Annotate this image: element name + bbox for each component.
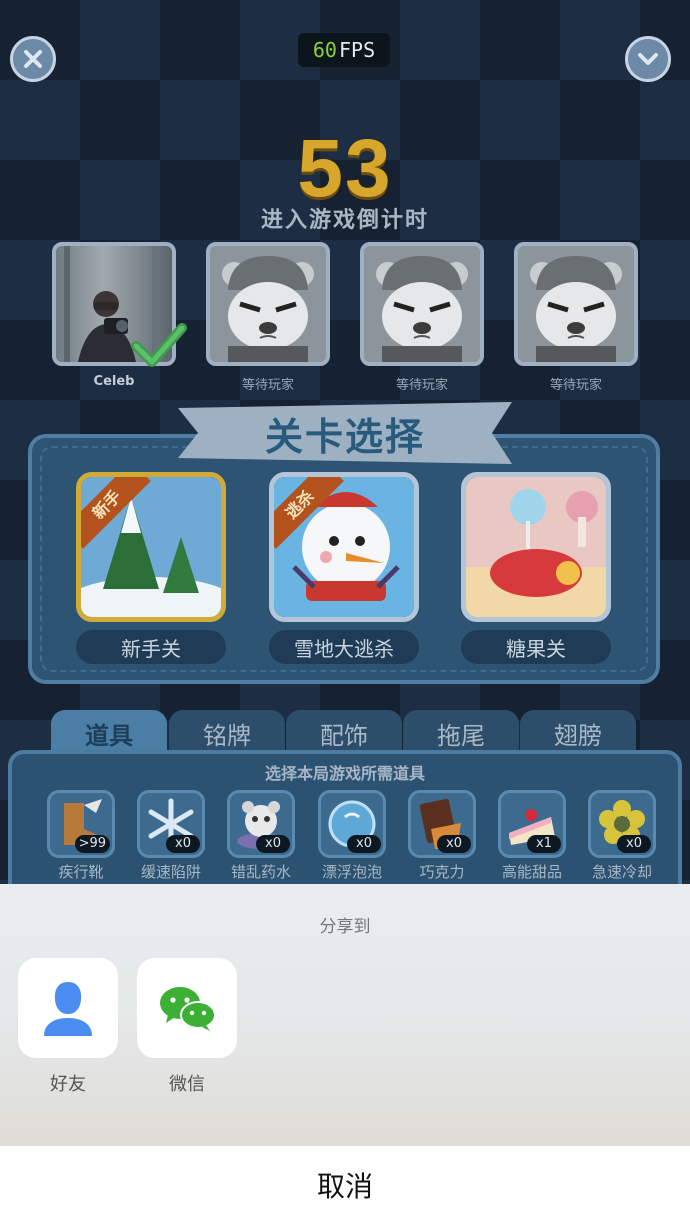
item-name: 急速冷却 <box>591 863 652 881</box>
item-chocolate[interactable]: x0 巧克力 <box>408 790 476 882</box>
bear-icon <box>518 246 634 362</box>
close-button[interactable] <box>10 36 56 82</box>
player-slot-4[interactable]: 等待玩家 <box>514 242 638 393</box>
player-name: 等待玩家 <box>241 378 294 393</box>
item-count: x0 <box>166 835 200 853</box>
wechat-icon <box>160 987 216 1031</box>
item-count: x0 <box>617 835 651 853</box>
share-sheet: 分享到 好友 微信 <box>0 884 690 1146</box>
level-card-candy[interactable] <box>461 472 611 622</box>
level-name-candy[interactable]: 糖果关 <box>461 630 611 664</box>
item-name: 错乱药水 <box>230 863 291 881</box>
item-name: 巧克力 <box>419 863 465 881</box>
fps-unit: FPS <box>338 38 376 62</box>
item-quick-cooldown[interactable]: x0 急速冷却 <box>588 790 656 882</box>
bear-icon <box>210 246 326 362</box>
share-target-friends[interactable]: 好友 <box>18 958 118 1096</box>
level-select-title: 关卡选择 <box>264 414 425 459</box>
item-count: x0 <box>347 835 381 853</box>
item-name: 高能甜品 <box>501 863 562 881</box>
item-speed-boots[interactable]: >99 疾行靴 <box>47 790 115 882</box>
countdown-label: 进入游戏倒计时 <box>260 208 429 233</box>
fps-counter: 60 FPS <box>298 33 390 67</box>
item-count: x0 <box>437 835 471 853</box>
item-name: 疾行靴 <box>58 863 104 881</box>
bear-icon <box>364 246 480 362</box>
player-name: 等待玩家 <box>549 378 602 393</box>
item-confuse-potion[interactable]: x0 错乱药水 <box>227 790 295 882</box>
share-label: 微信 <box>169 1074 205 1095</box>
player-name: Celeb <box>93 374 135 389</box>
share-tile[interactable] <box>137 958 237 1058</box>
share-title: 分享到 <box>319 917 371 937</box>
item-slow-trap[interactable]: x0 缓速陷阱 <box>137 790 205 882</box>
chevron-down-icon <box>638 53 658 65</box>
waiting-avatar <box>360 242 484 366</box>
waiting-avatar <box>206 242 330 366</box>
waiting-avatar <box>514 242 638 366</box>
fps-value: 60 <box>312 38 337 62</box>
cancel-button[interactable]: 取消 <box>0 1146 690 1224</box>
player-slot-3[interactable]: 等待玩家 <box>360 242 484 393</box>
candy-image <box>466 477 606 617</box>
share-target-wechat[interactable]: 微信 <box>137 958 237 1096</box>
share-label: 好友 <box>50 1074 86 1095</box>
collapse-button[interactable] <box>625 36 671 82</box>
items-hint: 选择本局游戏所需道具 <box>264 764 425 783</box>
item-count: >99 <box>74 835 110 853</box>
item-count: x0 <box>256 835 290 853</box>
item-float-bubble[interactable]: x0 漂浮泡泡 <box>318 790 386 882</box>
item-energy-dessert[interactable]: x1 高能甜品 <box>498 790 566 882</box>
level-card-beginner[interactable]: 新手 <box>76 472 226 622</box>
game-screen: 60 FPS 53 进入游戏倒计时 Celeb 等待玩家 等待玩家 等待玩家 关… <box>0 0 690 884</box>
close-icon <box>24 50 42 68</box>
item-count: x1 <box>527 835 561 853</box>
player-slot-1[interactable]: Celeb <box>52 242 187 389</box>
level-card-snow[interactable]: 逃杀 <box>269 472 419 622</box>
player-name: 等待玩家 <box>395 378 448 393</box>
item-name: 漂浮泡泡 <box>321 863 382 881</box>
level-name-snow[interactable]: 雪地大逃杀 <box>269 630 419 664</box>
share-tile[interactable] <box>18 958 118 1058</box>
item-name: 缓速陷阱 <box>140 863 201 881</box>
person-icon <box>44 982 92 1036</box>
cancel-bar: 取消 <box>0 1146 690 1224</box>
ready-check-icon <box>131 323 187 367</box>
player-slot-2[interactable]: 等待玩家 <box>206 242 330 393</box>
level-name-beginner[interactable]: 新手关 <box>76 630 226 664</box>
